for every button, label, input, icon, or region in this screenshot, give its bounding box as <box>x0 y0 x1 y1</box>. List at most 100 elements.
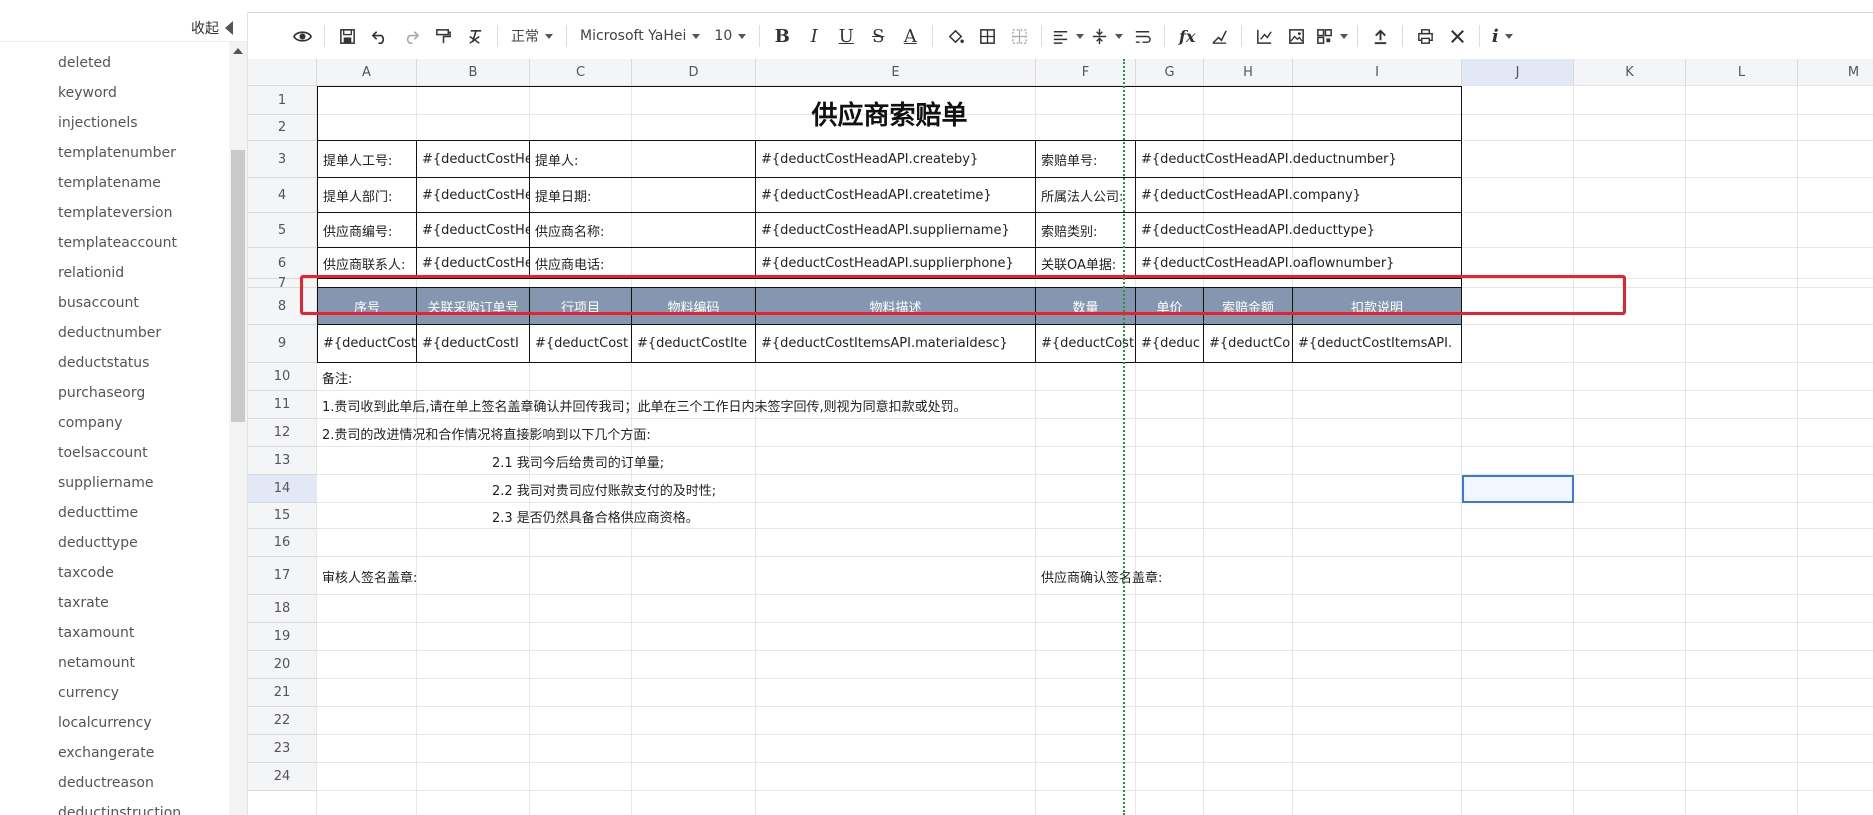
font-size-select[interactable]: 10 <box>710 22 750 50</box>
vertical-align-icon[interactable] <box>1090 22 1124 50</box>
sidebar-scrollbar[interactable] <box>229 42 247 815</box>
info-value[interactable]: #{deductCostHeadAPI.createb <box>417 178 530 213</box>
row-header-19[interactable]: 19 <box>248 623 317 651</box>
row-header-15[interactable]: 15 <box>248 503 317 529</box>
info-value[interactable]: #{deductCostHeadAPI.supplie <box>417 213 530 248</box>
column-header-b[interactable]: B <box>417 59 530 86</box>
bold-button[interactable]: B <box>769 22 795 50</box>
underline-button[interactable]: U <box>833 22 859 50</box>
info-label[interactable]: 索赔类别: <box>1036 213 1136 248</box>
table-item-cell[interactable]: #{deductCost <box>1036 325 1136 363</box>
field-item[interactable]: company <box>0 408 228 438</box>
field-item[interactable]: deductstatus <box>0 348 228 378</box>
column-header-g[interactable]: G <box>1136 59 1204 86</box>
column-header-e[interactable]: E <box>756 59 1036 86</box>
info-label[interactable]: 供应商编号: <box>317 213 417 248</box>
row-header-18[interactable]: 18 <box>248 595 317 623</box>
scrollbar-thumb[interactable] <box>231 150 245 422</box>
field-item[interactable]: templateversion <box>0 198 228 228</box>
table-item-cell[interactable]: #{deductCostItemsAPI. <box>1293 325 1462 363</box>
field-item[interactable]: taxcode <box>0 558 228 588</box>
column-header-f[interactable]: F <box>1036 59 1136 86</box>
info-value[interactable]: #{deductCostHeadAPI.workno <box>417 141 530 178</box>
row-header-21[interactable]: 21 <box>248 679 317 707</box>
field-item[interactable]: templatename <box>0 168 228 198</box>
insert-chart-icon[interactable] <box>1251 22 1277 50</box>
remark-label[interactable]: 备注: <box>317 363 756 391</box>
field-item[interactable]: keyword <box>0 78 228 108</box>
row-header-12[interactable]: 12 <box>248 419 317 447</box>
preview-eye-icon[interactable] <box>289 22 315 50</box>
info-label[interactable]: 供应商名称: <box>530 213 756 248</box>
row-header-1[interactable]: 1 <box>248 86 317 115</box>
selected-cell[interactable] <box>1462 475 1574 503</box>
row-header-14[interactable]: 14 <box>248 475 317 503</box>
row-header-4[interactable]: 4 <box>248 178 317 213</box>
table-item-cell[interactable]: #{deductCost <box>317 325 417 363</box>
field-item[interactable]: deleted <box>0 48 228 78</box>
table-item-cell[interactable]: #{deductCostI <box>417 325 530 363</box>
field-item[interactable]: templateaccount <box>0 228 228 258</box>
table-item-cell[interactable]: #{deductCo <box>1204 325 1293 363</box>
merge-cells-icon[interactable] <box>1006 22 1032 50</box>
column-header-d[interactable]: D <box>632 59 756 86</box>
font-color-button[interactable]: A <box>897 22 923 50</box>
info-label[interactable]: 所属法人公司: <box>1036 178 1136 213</box>
select-all-corner[interactable] <box>248 59 317 86</box>
insert-image-icon[interactable] <box>1283 22 1309 50</box>
note-line[interactable]: 2.2 我司对贵司应付账款支付的及时性; <box>317 475 1462 503</box>
table-item-cell[interactable]: #{deductCostItemsAPI.materialdesc} <box>756 325 1036 363</box>
strikethrough-button[interactable]: S <box>865 22 891 50</box>
info-value[interactable]: #{deductCostHeadAPI.company} <box>1136 178 1462 213</box>
field-item[interactable]: suppliername <box>0 468 228 498</box>
field-item[interactable]: localcurrency <box>0 708 228 738</box>
row-header-13[interactable]: 13 <box>248 447 317 475</box>
field-item[interactable]: taxamount <box>0 618 228 648</box>
row-header-2[interactable]: 2 <box>248 115 317 141</box>
column-header-i[interactable]: I <box>1293 59 1462 86</box>
spreadsheet-grid[interactable]: ABCDEFGHIJKLM 1 2 3 4 5 6 7 8 9 10 11 12 13 14 15 16 17 1… <box>248 59 1873 815</box>
reviewer-sign-label[interactable]: 审核人签名盖章: <box>317 557 756 595</box>
wrap-text-icon[interactable] <box>1129 22 1155 50</box>
sheet-title[interactable]: 供应商索赔单 <box>317 86 1462 141</box>
note-line[interactable]: 2.贵司的改进情况和合作情况将直接影响到以下几个方面: <box>317 419 1462 447</box>
table-item-cell[interactable]: #{deductCostIte <box>632 325 756 363</box>
field-item[interactable]: deductreason <box>0 768 228 798</box>
info-value[interactable]: #{deductCostHeadAPI.deducttype} <box>1136 213 1462 248</box>
field-item[interactable]: taxrate <box>0 588 228 618</box>
supplier-sign-label[interactable]: 供应商确认签名盖章: <box>1036 557 1462 595</box>
field-item[interactable]: purchaseorg <box>0 378 228 408</box>
info-label[interactable]: 提单人部门: <box>317 178 417 213</box>
column-header-a[interactable]: A <box>317 59 417 86</box>
border-icon[interactable] <box>974 22 1000 50</box>
format-painter-icon[interactable] <box>430 22 456 50</box>
column-header-h[interactable]: H <box>1204 59 1293 86</box>
field-item[interactable]: deducttype <box>0 528 228 558</box>
save-icon[interactable] <box>334 22 360 50</box>
print-icon[interactable] <box>1412 22 1438 50</box>
field-item[interactable]: exchangerate <box>0 738 228 768</box>
field-item[interactable]: deductinstruction <box>0 798 228 815</box>
align-left-icon[interactable] <box>1051 22 1085 50</box>
info-label[interactable]: 索赔单号: <box>1036 141 1136 178</box>
row-header-5[interactable]: 5 <box>248 213 317 248</box>
info-value[interactable]: #{deductCostHeadAPI.createtime} <box>756 178 1036 213</box>
chart-edit-icon[interactable] <box>1206 22 1232 50</box>
field-item[interactable]: toelsaccount <box>0 438 228 468</box>
info-label[interactable]: 提单人: <box>530 141 756 178</box>
column-header-l[interactable]: L <box>1686 59 1798 86</box>
info-value[interactable]: #{deductCostHeadAPI.suppliername} <box>756 213 1036 248</box>
font-select[interactable]: Microsoft YaHei <box>576 22 704 50</box>
row-header-10[interactable]: 10 <box>248 363 317 391</box>
note-line[interactable]: 1.贵司收到此单后,请在单上签名盖章确认并回传我司；此单在三个工作日内未签字回传… <box>317 391 1462 419</box>
row-header-23[interactable]: 23 <box>248 735 317 763</box>
row-header-24[interactable]: 24 <box>248 763 317 791</box>
formula-fx-button[interactable]: fx <box>1174 22 1200 50</box>
upload-icon[interactable] <box>1367 22 1393 50</box>
info-button[interactable]: i <box>1489 22 1515 50</box>
info-value[interactable]: #{deductCostHeadAPI.deductnumber} <box>1136 141 1462 178</box>
undo-icon[interactable] <box>366 22 392 50</box>
info-label[interactable]: 提单人工号: <box>317 141 417 178</box>
row-header-3[interactable]: 3 <box>248 141 317 178</box>
field-item[interactable]: deductnumber <box>0 318 228 348</box>
